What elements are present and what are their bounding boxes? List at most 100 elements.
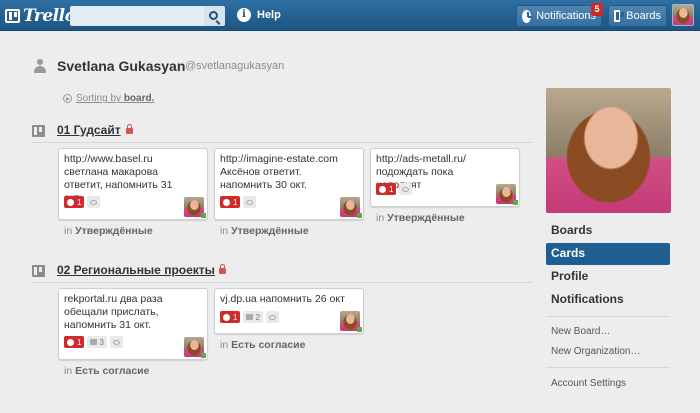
member-avatar[interactable] (184, 337, 206, 358)
due-count: 1 (389, 184, 394, 194)
card-1-3[interactable]: http://ads-metall.ru/ подождать пока нап… (370, 148, 520, 207)
watch-badge (243, 196, 257, 208)
trello-logo[interactable]: Trello (5, 5, 76, 26)
sidebar-divider (546, 316, 670, 317)
sorting-control[interactable]: Sorting by board. (63, 93, 154, 104)
clock-icon (223, 313, 230, 321)
nav-cards[interactable]: Cards (546, 243, 670, 265)
boards-button[interactable]: Boards (608, 5, 667, 27)
card-list-info: in Есть согласие (64, 365, 149, 377)
card-badges: 1 2 (220, 311, 279, 323)
board-title-1[interactable]: 01 Гудсайт (57, 123, 121, 137)
notifications-button[interactable]: Notifications (516, 5, 602, 27)
account-settings-link[interactable]: Account Settings (551, 378, 626, 389)
lock-icon (219, 264, 226, 274)
eye-icon (246, 199, 254, 205)
boards-icon (614, 10, 625, 22)
new-board-link[interactable]: New Board… (551, 326, 610, 337)
list-name[interactable]: Утверждённые (75, 225, 153, 237)
card-title: vj.dp.ua напомнить 26 окт (220, 293, 345, 305)
header-avatar[interactable] (672, 4, 694, 26)
card-badges: 1 (64, 196, 101, 208)
sorting-value: board. (123, 93, 155, 104)
watch-badge (265, 311, 279, 323)
list-name[interactable]: Есть согласие (231, 339, 305, 351)
comment-icon (90, 339, 98, 345)
card-2-1[interactable]: rekportal.ru два раза обещали прислать, … (58, 288, 208, 360)
new-organization-link[interactable]: New Organization… (551, 346, 640, 357)
comment-count: 2 (255, 312, 260, 322)
lock-icon (126, 124, 133, 134)
clock-icon (379, 185, 386, 193)
search-input[interactable] (70, 6, 205, 26)
info-icon: i (237, 8, 251, 22)
card-2-2[interactable]: vj.dp.ua напомнить 26 окт 1 2 (214, 288, 364, 334)
user-handle: @svetlanagukasyan (185, 60, 285, 72)
card-badges: 1 (376, 183, 413, 195)
in-label: in (220, 339, 229, 351)
due-date-badge: 1 (220, 311, 241, 323)
card-1-1[interactable]: http://www.basel.ru светлана макарова от… (58, 148, 208, 220)
watch-badge (399, 183, 413, 195)
due-count: 1 (233, 312, 238, 322)
in-label: in (64, 225, 73, 237)
card-title: rekportal.ru два раза обещали прислать, … (64, 293, 163, 331)
card-badges: 1 (220, 196, 257, 208)
clock-icon (522, 9, 533, 23)
card-badges: 1 3 (64, 336, 123, 348)
user-icon (34, 59, 46, 73)
clock-icon (223, 198, 230, 206)
sort-icon (63, 94, 72, 103)
member-avatar[interactable] (184, 197, 206, 218)
boards-label: Boards (626, 10, 661, 22)
in-label: in (220, 225, 229, 237)
card-title: http://imagine-estate.com Аксёнов ответи… (220, 153, 338, 191)
member-avatar[interactable] (340, 197, 362, 218)
sorting-link[interactable]: Sorting by board. (76, 93, 154, 104)
comments-badge: 3 (87, 336, 107, 348)
profile-photo (546, 88, 671, 213)
eye-icon (112, 339, 120, 345)
list-name[interactable]: Утверждённые (231, 225, 309, 237)
user-full-name: Svetlana Gukasyan (57, 58, 186, 74)
due-date-badge: 1 (64, 336, 85, 348)
eye-icon (402, 186, 410, 192)
comment-count: 3 (99, 337, 104, 347)
nav-profile[interactable]: Profile (546, 266, 670, 288)
search-icon (209, 10, 218, 20)
notifications-label: Notifications (536, 10, 596, 22)
card-list-info: in Утверждённые (64, 225, 153, 237)
in-label: in (376, 212, 385, 224)
nav-notifications[interactable]: Notifications (546, 289, 670, 311)
due-count: 1 (77, 337, 82, 347)
sorting-prefix: Sorting by (76, 93, 122, 104)
board-title-2[interactable]: 02 Региональные проекты (57, 263, 215, 277)
card-list-info: in Утверждённые (376, 212, 465, 224)
card-list-info: in Утверждённые (220, 225, 309, 237)
comments-badge: 2 (243, 311, 263, 323)
help-label: Help (257, 9, 281, 21)
watch-badge (109, 336, 123, 348)
due-count: 1 (233, 197, 238, 207)
top-header: Trello i Help Notifications 5 Boards (0, 0, 700, 31)
due-date-badge: 1 (220, 196, 241, 208)
board-icon (32, 125, 45, 137)
list-name[interactable]: Есть согласие (75, 365, 149, 377)
search-button[interactable] (204, 6, 225, 26)
list-name[interactable]: Утверждённые (387, 212, 465, 224)
member-avatar[interactable] (496, 184, 518, 205)
card-list-info: in Есть согласие (220, 339, 305, 351)
card-1-2[interactable]: http://imagine-estate.com Аксёнов ответи… (214, 148, 364, 220)
clock-icon (67, 338, 74, 346)
due-date-badge: 1 (64, 196, 85, 208)
due-count: 1 (77, 197, 82, 207)
trello-logo-icon (5, 8, 20, 23)
nav-boards[interactable]: Boards (546, 220, 670, 242)
clock-icon (67, 198, 74, 206)
in-label: in (64, 365, 73, 377)
notification-count-badge: 5 (591, 3, 603, 16)
member-avatar[interactable] (340, 311, 362, 332)
help-button[interactable]: i Help (237, 8, 281, 22)
board-header-1: 01 Гудсайт (32, 123, 532, 143)
logo-text: Trello (23, 5, 76, 26)
